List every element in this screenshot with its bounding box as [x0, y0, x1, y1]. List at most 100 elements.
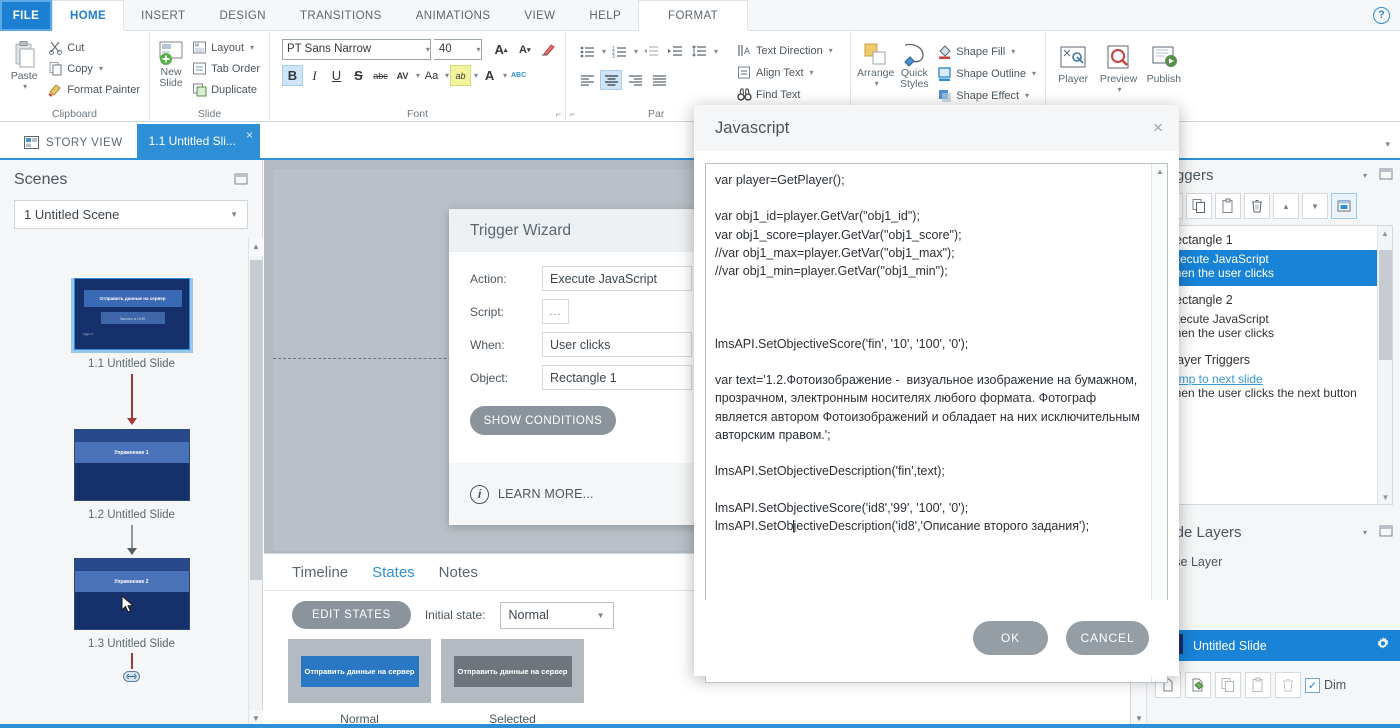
text-direction-button[interactable]: A Text Direction ▾	[734, 41, 836, 60]
scenes-scrollbar[interactable]: ▲ ▼	[248, 238, 263, 728]
copy-icon[interactable]	[1186, 193, 1212, 219]
bullets-button[interactable]	[576, 41, 598, 61]
link-icon[interactable]	[123, 671, 140, 685]
close-icon[interactable]: ×	[1153, 118, 1163, 138]
align-text-caret-icon[interactable]: ▾	[810, 68, 814, 77]
when-select[interactable]: User clicks	[542, 332, 692, 357]
justify-button[interactable]	[648, 70, 670, 90]
tab-order-button[interactable]: Tab Order	[189, 59, 263, 78]
trigger-wizard-dialog[interactable]: Trigger Wizard Action: Execute JavaScrip…	[449, 209, 709, 525]
slide-layer-row[interactable]: Untitled Slide	[1147, 630, 1400, 661]
script-browse-button[interactable]: ...	[542, 299, 569, 324]
gear-icon[interactable]	[1375, 636, 1391, 655]
trigger-action-link[interactable]: Jump to next slide	[1166, 372, 1384, 386]
triggers-collapse-caret-icon[interactable]: ▾	[1363, 171, 1367, 180]
strikethrough-button[interactable]: S	[348, 65, 369, 86]
paste-button[interactable]: Paste ▾	[6, 39, 42, 91]
tab-help[interactable]: HELP	[572, 0, 638, 31]
underline-button[interactable]: U	[326, 65, 347, 86]
preview-button[interactable]: Preview ▾	[1097, 42, 1139, 94]
viewbar-overflow-caret-icon[interactable]: ▾	[1385, 139, 1390, 150]
align-text-button[interactable]: Align Text ▾	[734, 63, 836, 82]
edit-states-button[interactable]: EDIT STATES	[292, 601, 411, 629]
delete-icon[interactable]	[1244, 193, 1270, 219]
bullets-caret-icon[interactable]: ▾	[602, 47, 606, 56]
shape-effect-button[interactable]: Shape Effect ▾	[934, 86, 1039, 105]
triggers-list[interactable]: Rectangle 1 Execute JavaScript when the …	[1157, 225, 1393, 505]
font-color-caret-icon[interactable]: ▾	[503, 71, 507, 80]
font-size-caret-icon[interactable]: ▾	[476, 40, 480, 59]
state-card[interactable]: Отправить данные на сервер Selected	[441, 639, 584, 726]
copy-caret-icon[interactable]: ▾	[99, 64, 103, 73]
chevron-down-icon[interactable]: ▼	[597, 611, 605, 620]
trigger-order-icon[interactable]	[1331, 193, 1357, 219]
close-icon[interactable]: ×	[246, 128, 253, 142]
slide-tab-1-1[interactable]: 1.1 Untitled Sli... ×	[136, 124, 260, 158]
spelling-check-button[interactable]: ABC	[508, 65, 529, 86]
duplicate-button[interactable]: Duplicate	[189, 80, 263, 99]
italic-button[interactable]: I	[304, 65, 325, 86]
trigger-row[interactable]: Execute JavaScript when the user clicks	[1158, 250, 1392, 286]
triggers-undock-icon[interactable]	[1379, 167, 1393, 184]
layers-undock-icon[interactable]	[1379, 524, 1393, 541]
javascript-dialog[interactable]: Javascript × var player=GetPlayer(); var …	[694, 105, 1179, 683]
copy-button[interactable]: Copy ▾	[45, 59, 143, 78]
scroll-up-icon[interactable]: ▲	[249, 238, 263, 256]
tab-notes[interactable]: Notes	[439, 564, 478, 581]
abc-strikethrough-button[interactable]: abc	[370, 65, 391, 86]
bold-button[interactable]: B	[282, 65, 303, 86]
slide-thumbnail[interactable]: Упражнение 1	[73, 429, 190, 501]
delete-icon[interactable]	[1275, 672, 1301, 698]
layout-caret-icon[interactable]: ▾	[250, 43, 254, 52]
decrease-font-size-button[interactable]: A ▾	[514, 39, 535, 60]
move-down-icon[interactable]: ▼	[1302, 193, 1328, 219]
arrange-caret-icon[interactable]: ▾	[875, 79, 879, 88]
slide-thumbnail-item[interactable]: Упражнение 2 1.3 Untitled Slide	[14, 558, 249, 650]
numbering-button[interactable]: 123	[608, 41, 630, 61]
quick-styles-button[interactable]: Quick Styles	[897, 40, 931, 90]
shape-fill-caret-icon[interactable]: ▾	[1011, 47, 1015, 56]
duplicate-layer-icon[interactable]	[1185, 672, 1211, 698]
font-dialog-launcher-icon[interactable]: ⌐	[556, 109, 561, 119]
tab-animations[interactable]: ANIMATIONS	[399, 0, 508, 31]
change-case-button[interactable]: Aa	[421, 65, 442, 86]
align-right-button[interactable]	[624, 70, 646, 90]
triggers-list-scrollbar[interactable]: ▲ ▼	[1377, 226, 1392, 504]
line-spacing-button[interactable]	[688, 41, 710, 61]
triggers-scroll-thumb[interactable]	[1379, 250, 1392, 360]
shape-effect-caret-icon[interactable]: ▾	[1025, 91, 1029, 100]
tab-timeline[interactable]: Timeline	[292, 564, 348, 581]
font-name-combobox[interactable]: PT Sans Narrow ▾	[282, 39, 431, 60]
help-icon[interactable]: ?	[1373, 7, 1390, 24]
paste-icon[interactable]	[1245, 672, 1271, 698]
initial-state-select[interactable]: Normal ▼	[499, 601, 614, 629]
preview-caret-icon[interactable]: ▾	[1117, 85, 1121, 94]
character-spacing-caret-icon[interactable]: ▾	[416, 71, 420, 80]
trigger-row[interactable]: Jump to next slide when the user clicks …	[1158, 370, 1392, 406]
scene-select[interactable]: 1 Untitled Scene ▼	[14, 200, 248, 229]
increase-indent-button[interactable]	[664, 41, 686, 61]
slide-thumbnail-item[interactable]: Отправить данные на сервер Запись в LMS …	[14, 278, 249, 370]
object-select[interactable]: Rectangle 1	[542, 365, 692, 390]
layout-button[interactable]: Layout ▾	[189, 38, 263, 57]
tab-file[interactable]: FILE	[0, 0, 52, 31]
format-painter-button[interactable]: Format Painter	[45, 80, 143, 99]
scroll-up-icon[interactable]: ▲	[1378, 226, 1392, 242]
font-size-combobox[interactable]: 40 ▾	[433, 39, 482, 60]
action-select[interactable]: Execute JavaScript	[542, 266, 692, 291]
tab-insert[interactable]: INSERT	[124, 0, 202, 31]
tab-view[interactable]: VIEW	[507, 0, 572, 31]
slide-thumbnail[interactable]: Отправить данные на сервер Запись в LMS …	[70, 278, 193, 353]
tab-transitions[interactable]: TRANSITIONS	[283, 0, 399, 31]
paste-caret-icon[interactable]: ▾	[23, 82, 27, 91]
text-highlight-caret-icon[interactable]: ▾	[474, 71, 478, 80]
change-case-caret-icon[interactable]: ▾	[445, 71, 449, 80]
tab-home[interactable]: HOME	[52, 0, 125, 31]
align-center-button[interactable]	[600, 70, 622, 90]
story-view-tab[interactable]: STORY VIEW	[0, 128, 137, 158]
publish-button[interactable]: Publish	[1143, 42, 1185, 85]
layers-collapse-caret-icon[interactable]: ▾	[1363, 528, 1367, 537]
dim-checkbox[interactable]: ✓	[1305, 677, 1320, 693]
decrease-indent-button[interactable]	[640, 41, 662, 61]
text-direction-caret-icon[interactable]: ▾	[829, 46, 833, 55]
